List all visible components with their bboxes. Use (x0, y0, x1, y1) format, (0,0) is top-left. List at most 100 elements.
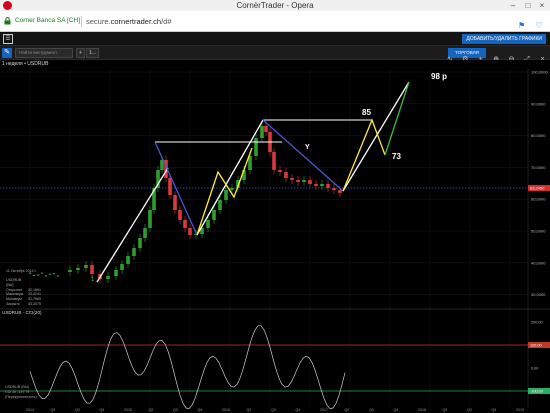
close-icon[interactable]: × (535, 0, 549, 11)
candle-body (254, 138, 258, 156)
cci-upper-marker-label: 100,00 (530, 344, 542, 348)
grid-lines (29, 68, 511, 408)
candle-body (40, 272, 44, 274)
bookmark-heart-icon[interactable]: ♡ (534, 20, 544, 31)
time-tick-label: Q3 (467, 408, 472, 412)
time-tick-label: Q4 (198, 408, 203, 412)
candle-body (278, 170, 282, 172)
candle-body (332, 188, 336, 190)
chart-toolbar: ✎ Найти инструмент + 1... ТОРГОВЛЯ ∿ ⚙ +… (0, 46, 550, 63)
ohlc-row-value: 33,2575 (28, 301, 41, 306)
price-tick-label: 100,0000 (531, 70, 548, 75)
app-header: ☰ ДОБАВИТЬ/УДАЛИТЬ ГРАФИКИ (0, 32, 550, 46)
candle-body (52, 273, 56, 275)
candle-body (206, 220, 210, 228)
candle-body (188, 228, 192, 235)
correction-line (154, 141, 198, 236)
time-tick-label: Q4 (296, 408, 301, 412)
ohlc-row-label: Закрыть (6, 301, 20, 306)
time-tick-label: Q3 (271, 408, 276, 412)
time-tick-label: 2015 (124, 408, 132, 412)
candle-body (178, 210, 182, 220)
candle-body (138, 238, 142, 248)
time-tick-label: Q2 (247, 408, 252, 412)
time-tick-label: 2018 (418, 408, 426, 412)
add-remove-charts-button[interactable]: ДОБАВИТЬ/УДАЛИТЬ ГРАФИКИ (462, 34, 546, 44)
candle-body (56, 275, 60, 277)
ohlc-row-value: 33,4241 (28, 292, 41, 297)
address-actions: ⚑ ♡ (514, 15, 544, 30)
time-tick-label: 2016 (222, 408, 230, 412)
time-tick-label: Q4 (394, 408, 399, 412)
maximize-icon[interactable]: □ (521, 0, 535, 11)
add-indicator-button[interactable]: + (76, 48, 85, 58)
candle-body (183, 220, 187, 228)
candle-body (290, 178, 294, 180)
url-path: /d# (161, 17, 172, 26)
cci-lower-marker-label: -100,00 (530, 390, 543, 394)
time-tick-label: Q2 (443, 408, 448, 412)
time-tick-label: 2019 (516, 408, 524, 412)
instrument-search-input[interactable]: Найти инструмент (15, 48, 73, 58)
price-tick-label: 80,0000 (531, 133, 546, 138)
edit-pencil-icon[interactable]: ✎ (2, 48, 12, 58)
candle-body (212, 210, 216, 220)
candle-body (76, 268, 80, 270)
ohlc-row-value: 32,1861 (28, 287, 41, 292)
candle-body (36, 274, 40, 276)
info-date: 11 Октябрь 2014 г. (6, 269, 37, 273)
ohlc-info: 11 Октябрь 2014 г. (6, 269, 37, 274)
candle-body (264, 126, 268, 132)
price-chart[interactable]: 100,0000 90,0000 80,0000 70,0000 60,0000 50,0… (0, 60, 550, 413)
site-identity[interactable]: Corner Banca SA [CH] (15, 17, 80, 24)
candle-body (68, 270, 72, 272)
cornertrader-menu-icon[interactable]: ☰ (3, 34, 13, 44)
candle-body (260, 126, 264, 138)
price-tick-label: 40,0000 (531, 260, 546, 265)
cci-footnote: (Перекупленность) (5, 394, 37, 399)
cci-axis: 200,00 100,00 0,00 -100,00 (531, 321, 544, 394)
address-bar: Corner Banca SA [CH] secure.cornertrader… (0, 11, 550, 32)
vpn-icon[interactable]: ⚑ (517, 20, 527, 31)
candle-body (338, 190, 342, 193)
time-tick-label: 2014 (26, 408, 34, 412)
candle-body (284, 172, 288, 178)
cci-title: USDRUB · CCI(20) (2, 310, 42, 315)
price-tick-label: 60,0000 (531, 197, 546, 202)
time-tick-label: Q2 (51, 408, 56, 412)
candle-body (168, 178, 172, 195)
candle-body (230, 188, 234, 190)
candle-body (126, 256, 130, 264)
minimize-icon[interactable]: – (506, 0, 520, 11)
url-field[interactable]: secure.cornertrader.ch/d# (86, 17, 172, 26)
price-tick-label: 70,0000 (531, 165, 546, 170)
candle-body (173, 195, 177, 210)
time-tick-label: Q3 (173, 408, 178, 412)
candle-body (106, 276, 110, 279)
impulse-line (342, 81, 410, 192)
candle-body (84, 265, 88, 268)
timeframe-button[interactable]: 1... (86, 48, 99, 58)
window-titlebar: CornèrTrader - Opera – □ × (0, 0, 550, 11)
address-divider (81, 16, 82, 27)
ohlc-row: USDRUB (Bid) (6, 278, 41, 288)
candle-body (272, 152, 276, 170)
lock-icon (4, 17, 11, 25)
candle-body (314, 184, 318, 186)
ohlc-row-label: USDRUB (Bid) (6, 278, 22, 287)
cci-tick-label: 0,00 (531, 367, 538, 371)
ohlc-row-value: 31,7965 (28, 297, 41, 302)
ohlc-info-rows: USDRUB (Bid) Открытие 32,1861 Максимум 33,42… (6, 278, 41, 307)
chart-canvas[interactable]: 100,0000 90,0000 80,0000 70,0000 60,0000 50,0… (0, 60, 550, 413)
candle-body (32, 274, 36, 276)
time-tick-label: Q2 (149, 408, 154, 412)
time-tick-label: Q3 (75, 408, 80, 412)
window-title: CornèrTrader - Opera (236, 1, 314, 10)
candle-body (143, 228, 147, 238)
candle-body (218, 200, 222, 210)
cci-tick-label: 200,00 (531, 321, 543, 325)
current-price-label: 63,2450 (530, 186, 545, 191)
time-tick-label: Q4 (100, 408, 105, 412)
annotation-98: 98 р (431, 72, 447, 81)
candle-body (296, 180, 300, 182)
